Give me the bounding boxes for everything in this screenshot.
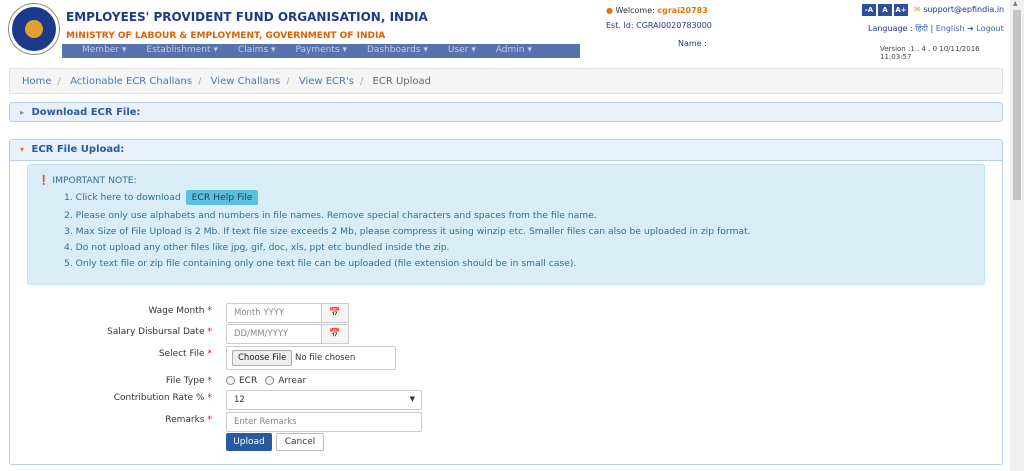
breadcrumb-actionable-challans[interactable]: Actionable ECR Challans bbox=[70, 76, 192, 87]
mail-icon: ✉ bbox=[914, 5, 921, 14]
logout-link[interactable]: ➜ Logout bbox=[967, 24, 1004, 33]
upload-button[interactable]: Upload bbox=[226, 433, 272, 451]
lang-hindi-link[interactable]: हिंदी bbox=[915, 24, 928, 33]
important-note: ❗ IMPORTANT NOTE: 1. Click here to downl… bbox=[27, 164, 985, 285]
scroll-up-icon[interactable]: ▲ bbox=[1013, 0, 1018, 7]
note-line-4: 4. Do not upload any other files like jp… bbox=[64, 242, 450, 253]
breadcrumb-view-ecrs[interactable]: View ECR's bbox=[299, 76, 354, 87]
nav-user[interactable]: User ▾ bbox=[428, 44, 476, 58]
font-increase-button[interactable]: A+ bbox=[894, 4, 908, 16]
download-ecr-panel-header[interactable]: ▸ Download ECR File: bbox=[9, 102, 1003, 122]
welcome-text: ● Welcome: cgrai20783 bbox=[606, 6, 708, 15]
contribution-rate-row: Contribution Rate % * 12 ▼ bbox=[10, 390, 610, 410]
info-icon: ❗ bbox=[38, 175, 50, 186]
salary-date-row: Salary Disbursal Date * DD/MM/YYYY 📅 bbox=[10, 324, 610, 344]
form-actions: Upload Cancel bbox=[10, 433, 610, 453]
note-line-2: 2. Please only use alphabets and numbers… bbox=[64, 210, 597, 221]
establishment-id: Est. Id: CGRAI0020783000 bbox=[606, 21, 712, 30]
username: cgrai20783 bbox=[657, 6, 708, 15]
chevron-right-icon: ▸ bbox=[20, 108, 25, 117]
no-file-text: No file chosen bbox=[295, 353, 356, 363]
name-label: Name : bbox=[678, 39, 707, 48]
note-line-3: 3. Max Size of File Upload is 2 Mb. If t… bbox=[64, 226, 751, 237]
wage-month-input[interactable]: Month YYYY bbox=[226, 303, 322, 323]
logout-icon: ➜ bbox=[967, 24, 974, 33]
support-email-link[interactable]: ✉ support@epfindia.in bbox=[914, 5, 1004, 14]
lang-english-link[interactable]: English bbox=[936, 24, 965, 33]
remarks-input[interactable]: Enter Remarks bbox=[226, 412, 422, 432]
remarks-row: Remarks * Enter Remarks bbox=[10, 412, 610, 432]
ecr-help-file-button[interactable]: ECR Help File bbox=[185, 190, 259, 205]
breadcrumb-home[interactable]: Home bbox=[22, 76, 52, 87]
language-switcher: Language : हिंदी | English ➜ Logout bbox=[868, 24, 1004, 33]
breadcrumb: Home / Actionable ECR Challans / View Chal… bbox=[9, 68, 1003, 94]
header: EMPLOYEES' PROVIDENT FUND ORGANISATION, … bbox=[0, 0, 1010, 62]
user-icon: ● bbox=[606, 6, 613, 15]
note-line-5: 5. Only text file or zip file containing… bbox=[64, 258, 577, 269]
cancel-button[interactable]: Cancel bbox=[276, 433, 324, 451]
salary-date-input[interactable]: DD/MM/YYYY bbox=[226, 324, 322, 344]
breadcrumb-view-challans[interactable]: View Challans bbox=[211, 76, 281, 87]
contribution-rate-select[interactable]: 12 ▼ bbox=[226, 390, 422, 410]
choose-file-button[interactable]: Choose File bbox=[232, 350, 293, 366]
radio-arrear[interactable]: Arrear bbox=[265, 376, 306, 386]
epfo-logo bbox=[9, 4, 59, 54]
ministry-subtitle: MINISTRY OF LABOUR & EMPLOYMENT, GOVERNM… bbox=[66, 31, 386, 41]
nav-establishment[interactable]: Establishment ▾ bbox=[126, 44, 217, 58]
scroll-thumb[interactable] bbox=[1013, 10, 1021, 200]
calendar-icon[interactable]: 📅 bbox=[321, 303, 349, 323]
font-decrease-button[interactable]: -A bbox=[862, 4, 876, 16]
radio-ecr[interactable]: ECR bbox=[226, 376, 257, 386]
nav-claims[interactable]: Claims ▾ bbox=[218, 44, 276, 58]
chevron-down-icon: ▾ bbox=[20, 145, 25, 154]
font-normal-button[interactable]: A bbox=[878, 4, 892, 16]
ecr-upload-panel: ▾ ECR File Upload: ❗ IMPORTANT NOTE: 1. … bbox=[9, 139, 1003, 465]
font-size-controls: -A A A+ bbox=[862, 4, 908, 16]
calendar-icon[interactable]: 📅 bbox=[321, 324, 349, 344]
vertical-scrollbar[interactable]: ▲ bbox=[1010, 0, 1024, 471]
wage-month-row: Wage Month * Month YYYY 📅 bbox=[10, 303, 610, 323]
org-title: EMPLOYEES' PROVIDENT FUND ORGANISATION, … bbox=[66, 10, 428, 24]
nav-admin[interactable]: Admin ▾ bbox=[476, 44, 532, 58]
chevron-down-icon: ▼ bbox=[409, 395, 415, 403]
file-type-radios: ECR Arrear bbox=[226, 376, 306, 386]
select-file-row: Select File * Choose File No file chosen bbox=[10, 346, 610, 370]
nav-member[interactable]: Member ▾ bbox=[62, 44, 126, 58]
breadcrumb-current: ECR Upload bbox=[372, 76, 431, 87]
nav-payments[interactable]: Payments ▾ bbox=[276, 44, 347, 58]
version-text: Version :1 . 4 . 0 10/11/2016 11:03:57 bbox=[880, 45, 980, 61]
nav-dashboards[interactable]: Dashboards ▾ bbox=[347, 44, 428, 58]
file-input: Choose File No file chosen bbox=[226, 346, 396, 370]
ecr-upload-panel-header[interactable]: ▾ ECR File Upload: bbox=[10, 140, 1002, 161]
main-nav: Member ▾ Establishment ▾ Claims ▾ Paymen… bbox=[62, 44, 580, 58]
